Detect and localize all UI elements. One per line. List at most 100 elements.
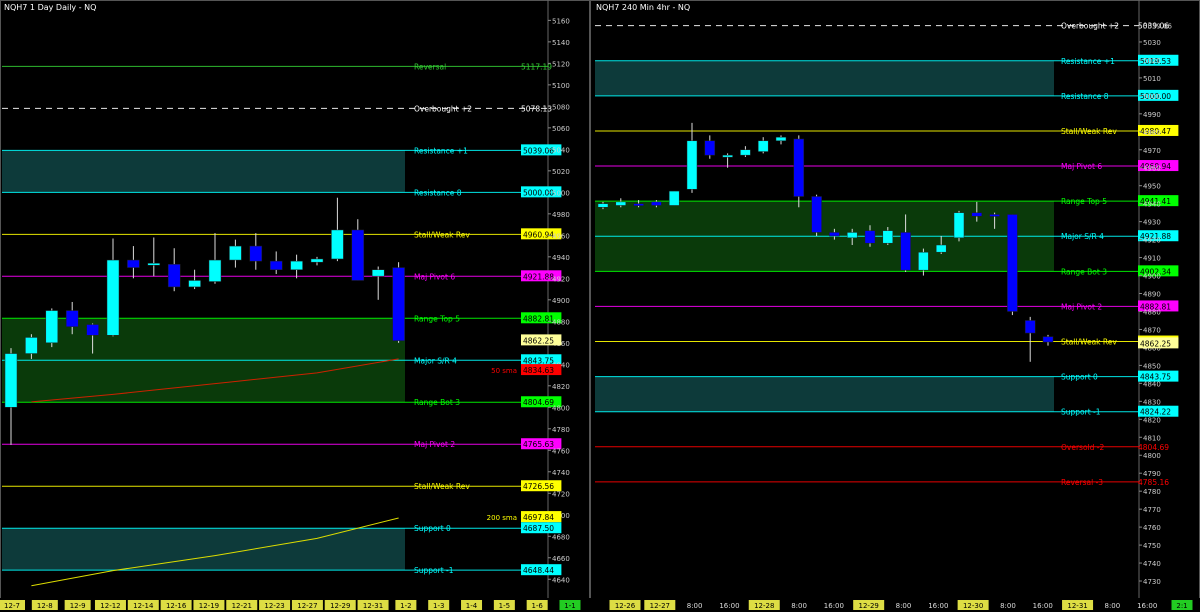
y-tick-label: 4660	[552, 555, 570, 563]
candle-body	[249, 245, 263, 262]
y-tick-label: 4870	[1143, 326, 1161, 334]
x-tick-label: 12-14	[133, 602, 154, 610]
candle-body	[971, 212, 983, 217]
level-value: 4765.63	[523, 440, 554, 449]
y-tick-label: 5140	[552, 39, 570, 47]
candle-body	[351, 229, 365, 281]
daily-chart[interactable]: NQH7 1 Day Daily - NQ Reversal 5117.19 Ove…	[0, 0, 590, 612]
level-name: Support 0	[414, 524, 451, 533]
y-tick-label: 4830	[1143, 398, 1161, 406]
y-tick-label: 4880	[1143, 308, 1161, 316]
level-value: 4785.16	[1138, 478, 1169, 487]
candle-body	[811, 196, 822, 233]
y-tick-label: 4910	[1143, 255, 1161, 263]
level-name: Support 0	[1061, 373, 1098, 382]
level-value: 4726.56	[523, 482, 554, 491]
y-tick-label: 4940	[552, 254, 570, 262]
x-tick-label: 12-7	[4, 602, 20, 610]
x-tick-label: 1-1	[564, 602, 575, 610]
level-name: Maj Pivot 2	[414, 440, 455, 449]
y-tick-label: 4780	[552, 426, 570, 434]
x-tick-label: 8:00	[1105, 602, 1121, 610]
candle-body	[633, 203, 644, 206]
candle-body	[935, 244, 947, 253]
y-tick-label: 4900	[552, 297, 570, 305]
y-tick-label: 4800	[552, 404, 570, 412]
x-tick-label: 16:00	[1033, 602, 1053, 610]
y-tick-label: 4850	[1143, 362, 1161, 370]
y-tick-label: 4760	[552, 447, 570, 455]
candle-body	[1007, 214, 1018, 312]
zone-0	[2, 150, 405, 193]
marker-name: 50 sma	[491, 367, 517, 375]
candle-body	[65, 310, 79, 327]
x-tick-label: 12-12	[100, 602, 120, 610]
level-value: 4882.81	[523, 314, 554, 323]
candle-body	[615, 201, 627, 206]
y-tick-label: 4950	[1143, 183, 1161, 191]
y-tick-label: 4780	[1143, 488, 1161, 496]
level-name: Support -1	[414, 566, 454, 575]
y-tick-label: 4730	[1143, 578, 1161, 586]
x-tick-label: 12-21	[232, 602, 252, 610]
level-name: Resistance +1	[1061, 57, 1115, 66]
y-tick-label: 5020	[552, 168, 570, 176]
level-name: Stall/Weak Rev	[414, 482, 470, 491]
level-value: 5039.06	[523, 146, 554, 155]
candle-body	[740, 149, 751, 156]
price-marker: 4834.63	[523, 366, 554, 375]
level-name: Stall/Weak Rev	[1061, 127, 1117, 136]
x-tick-label: 8:00	[687, 602, 703, 610]
candle-body	[269, 260, 283, 270]
x-tick-label: 12-27	[650, 602, 670, 610]
y-tick-label: 4880	[552, 318, 570, 326]
y-tick-label: 4840	[1143, 380, 1161, 388]
candle-body	[597, 203, 609, 208]
candle-body	[829, 232, 840, 237]
y-tick-label: 5060	[552, 125, 570, 133]
x-tick-label: 12-19	[199, 602, 219, 610]
level-value: 5078.13	[521, 104, 552, 113]
candle-body	[86, 324, 99, 336]
x-tick-label: 12-27	[297, 602, 317, 610]
candle-body	[371, 269, 385, 277]
four-hour-chart[interactable]: NQH7 240 Min 4hr - NQ Overbought +2 5039.…	[590, 0, 1200, 612]
level-name: Major S/R 4	[1061, 232, 1104, 241]
level-name: Maj Pivot 6	[1061, 162, 1102, 171]
level-name: Range Top 5	[414, 314, 460, 323]
y-tick-label: 4900	[1143, 273, 1161, 281]
four-hour-chart-title: NQH7 240 Min 4hr - NQ	[596, 3, 690, 12]
marker-name: 200 sma	[487, 514, 517, 522]
y-tick-label: 4740	[1143, 560, 1161, 568]
candle-body	[1024, 320, 1036, 334]
y-tick-label: 4980	[552, 211, 570, 219]
y-tick-label: 4940	[1143, 201, 1161, 209]
candle-body	[208, 259, 222, 282]
y-tick-label: 5080	[552, 103, 570, 111]
level-name: Resistance +1	[414, 146, 468, 155]
y-tick-label: 4980	[1143, 129, 1161, 137]
level-value: 4804.69	[523, 398, 554, 407]
x-tick-label: 12-30	[963, 602, 983, 610]
candle-body	[775, 136, 787, 142]
level-value: 4648.44	[523, 566, 554, 575]
y-tick-label: 5010	[1143, 75, 1161, 83]
x-tick-label: 12-26	[615, 602, 636, 610]
y-tick-label: 4790	[1143, 470, 1161, 478]
x-tick-label: 16:00	[1137, 602, 1157, 610]
y-tick-label: 5020	[1143, 57, 1161, 65]
x-tick-label: 1-3	[433, 602, 444, 610]
x-tick-label: 16:00	[928, 602, 948, 610]
y-tick-label: 5040	[552, 146, 570, 154]
candle-body	[882, 230, 894, 244]
candle-body	[4, 353, 18, 408]
y-tick-label: 4920	[552, 275, 570, 283]
x-tick-label: 8:00	[896, 602, 912, 610]
x-tick-label: 12-29	[330, 602, 350, 610]
x-tick-label: 8:00	[1000, 602, 1016, 610]
y-tick-label: 4740	[552, 469, 570, 477]
zone-2	[595, 376, 1054, 412]
x-tick-label: 16:00	[719, 602, 739, 610]
candle-body	[722, 154, 733, 158]
level-value: 4804.69	[1138, 443, 1169, 452]
